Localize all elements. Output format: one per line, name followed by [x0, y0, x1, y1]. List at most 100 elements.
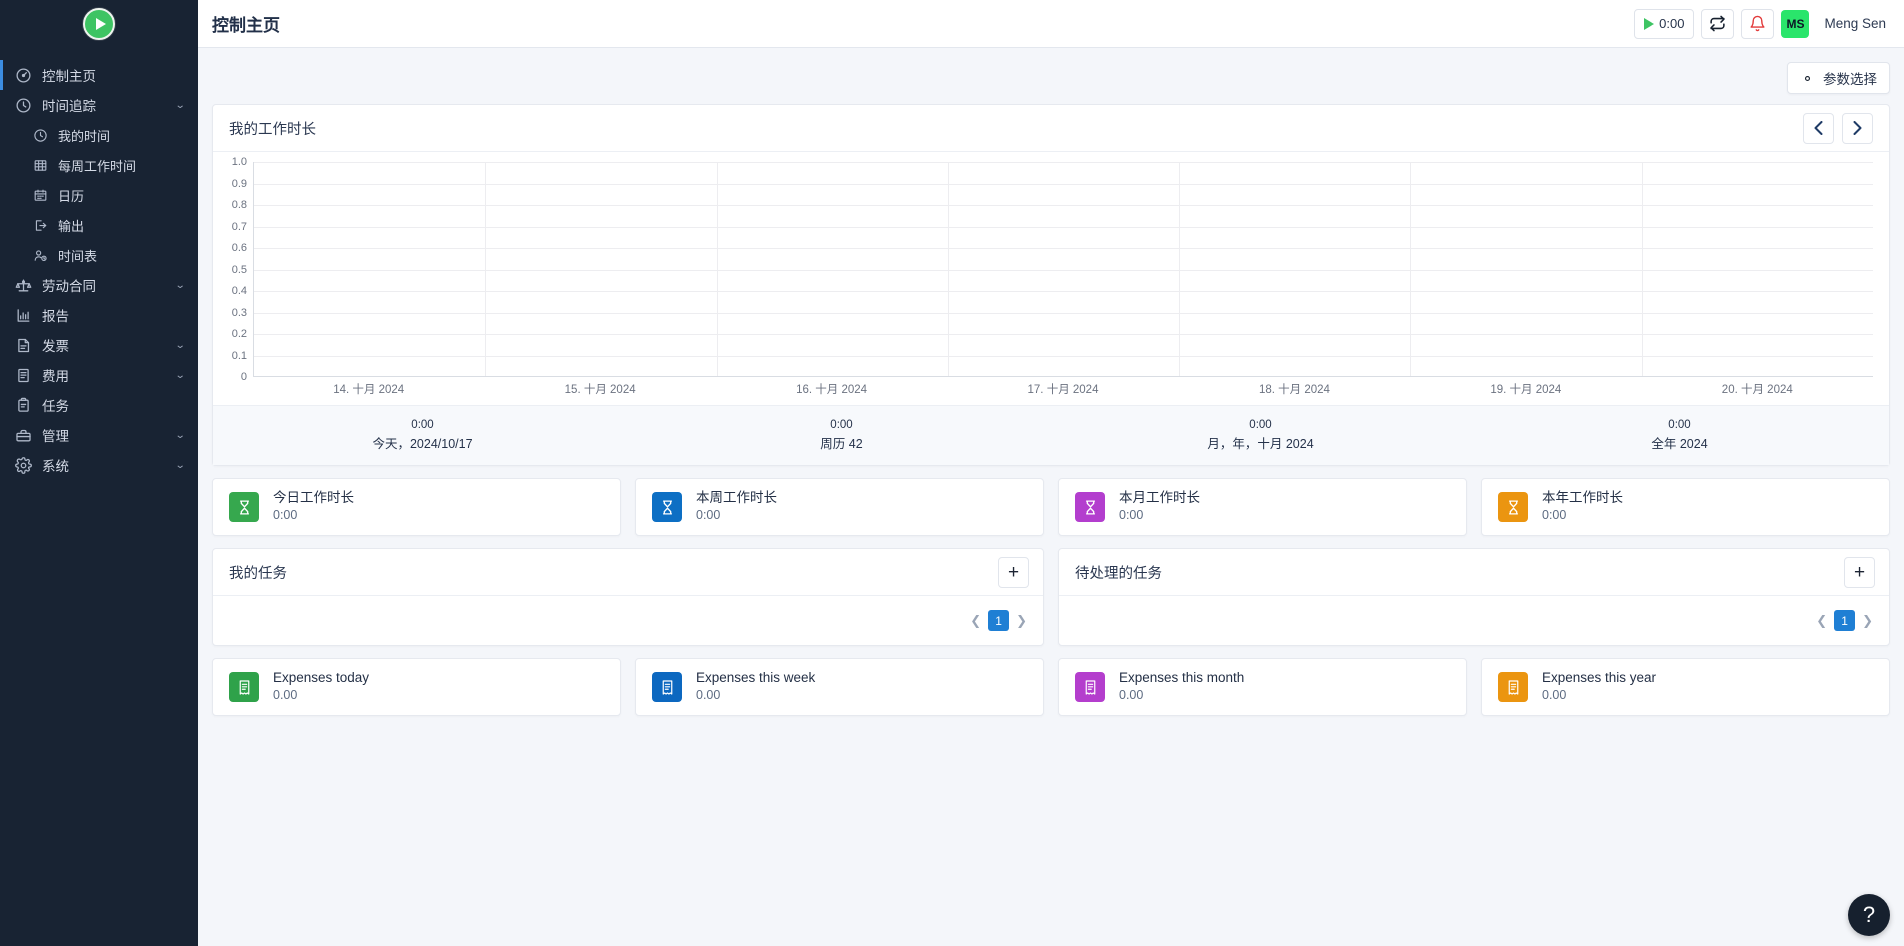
expense-stat-card-2[interactable]: Expenses this month0.00	[1058, 658, 1467, 716]
sync-button[interactable]	[1701, 9, 1734, 39]
stat-text: Expenses today0.00	[273, 669, 369, 705]
chart-y-tick: 0.7	[232, 221, 247, 233]
gear-icon	[1800, 71, 1815, 86]
sidebar-item-7[interactable]: 劳动合同⌄	[0, 270, 198, 300]
main-area: 控制主页 0:00	[198, 0, 1904, 946]
play-circle-logo-icon	[83, 8, 115, 40]
sidebar-item-12[interactable]: 管理⌄	[0, 420, 198, 450]
pagination: ❮ 1 ❯	[1816, 610, 1873, 631]
chart-x-tick: 18. 十月 2024	[1259, 381, 1330, 397]
stat-value: 0.00	[1542, 687, 1656, 705]
task-panel-title: 待处理的任务	[1075, 562, 1162, 583]
brand-logo[interactable]	[0, 0, 198, 48]
sync-arrows-icon	[1709, 15, 1726, 32]
sidebar-item-5[interactable]: 输出	[0, 210, 198, 240]
task-panel-header: 待处理的任务 +	[1059, 549, 1889, 596]
chart-y-tick: 1.0	[232, 156, 247, 168]
dashboard-icon	[14, 66, 32, 84]
timer-label: 0:00	[1659, 16, 1684, 31]
sidebar-item-10[interactable]: 费用⌄	[0, 360, 198, 390]
work-hours-stats-row: 今日工作时长0:00本周工作时长0:00本月工作时长0:00本年工作时长0:00	[212, 478, 1890, 536]
chart-y-tick: 0.6	[232, 242, 247, 254]
sidebar: 控制主页时间追踪⌄我的时间每周工作时间日历输出时间表劳动合同⌄报告发票⌄费用⌄任…	[0, 0, 198, 946]
chart-y-tick: 0.3	[232, 307, 247, 319]
sidebar-item-label: 劳动合同	[42, 275, 176, 295]
chart-gridline-v	[948, 162, 949, 376]
chart-gridline-v	[717, 162, 718, 376]
summary-label: 周历 42	[632, 435, 1051, 454]
stat-title: Expenses this month	[1119, 669, 1244, 687]
app-root: 控制主页时间追踪⌄我的时间每周工作时间日历输出时间表劳动合同⌄报告发票⌄费用⌄任…	[0, 0, 1904, 946]
summary-value: 0:00	[1470, 417, 1889, 435]
hourglass-icon	[1075, 492, 1105, 522]
work-stat-card-1[interactable]: 本周工作时长0:00	[635, 478, 1044, 536]
stat-title: Expenses this year	[1542, 669, 1656, 687]
expense-stat-card-3[interactable]: Expenses this year0.00	[1481, 658, 1890, 716]
chevron-right-icon[interactable]: ❯	[1016, 613, 1027, 629]
chart-next-button[interactable]	[1842, 113, 1873, 144]
sidebar-item-label: 费用	[42, 365, 176, 385]
parameter-select-button[interactable]: 参数选择	[1787, 62, 1890, 94]
clock-icon	[32, 127, 48, 143]
plus-icon[interactable]: +	[998, 557, 1029, 588]
sidebar-item-13[interactable]: 系统⌄	[0, 450, 198, 480]
notifications-button[interactable]	[1741, 9, 1774, 39]
sidebar-item-1[interactable]: 时间追踪⌄	[0, 90, 198, 120]
chart-y-tick: 0.1	[232, 350, 247, 362]
sidebar-item-11[interactable]: 任务	[0, 390, 198, 420]
expense-stats-row: Expenses today0.00 Expenses this week0.00…	[212, 658, 1890, 716]
chevron-right-icon[interactable]: ❯	[1862, 613, 1873, 629]
stat-value: 0:00	[273, 507, 354, 525]
chevron-left-icon[interactable]: ❮	[1816, 613, 1827, 629]
sidebar-item-label: 管理	[42, 425, 176, 445]
page-number[interactable]: 1	[1834, 610, 1855, 631]
stat-title: 今日工作时长	[273, 489, 354, 507]
chevron-left-icon[interactable]: ❮	[970, 613, 981, 629]
expense-stat-card-0[interactable]: Expenses today0.00	[212, 658, 621, 716]
work-hours-chart-card: 我的工作时长 1.00.90.80.70.60.50.40.30.20.10	[212, 104, 1890, 466]
plus-icon[interactable]: +	[1844, 557, 1875, 588]
parameter-select-label: 参数选择	[1823, 68, 1877, 88]
work-stat-card-0[interactable]: 今日工作时长0:00	[212, 478, 621, 536]
sidebar-item-3[interactable]: 每周工作时间	[0, 150, 198, 180]
clock-icon	[14, 96, 32, 114]
sidebar-item-4[interactable]: 日历	[0, 180, 198, 210]
work-stat-card-3[interactable]: 本年工作时长0:00	[1481, 478, 1890, 536]
sidebar-item-6[interactable]: 时间表	[0, 240, 198, 270]
chart-prev-button[interactable]	[1803, 113, 1834, 144]
page-number[interactable]: 1	[988, 610, 1009, 631]
clipboard-icon	[14, 396, 32, 414]
chart-gridline-v	[1179, 162, 1180, 376]
sidebar-item-8[interactable]: 报告	[0, 300, 198, 330]
chart-gridline-h	[254, 291, 1873, 292]
receipt-icon	[1498, 672, 1528, 702]
chevron-down-icon: ⌄	[174, 340, 185, 351]
stat-text: 今日工作时长0:00	[273, 489, 354, 525]
receipt-icon	[14, 366, 32, 384]
chart-x-tick: 14. 十月 2024	[333, 381, 404, 397]
sidebar-item-0[interactable]: 控制主页	[0, 60, 198, 90]
chart-gridline-h	[254, 313, 1873, 314]
timer-button[interactable]: 0:00	[1634, 9, 1694, 39]
sidebar-item-label: 我的时间	[58, 126, 184, 145]
summary-value: 0:00	[1051, 417, 1470, 435]
expense-stat-card-1[interactable]: Expenses this week0.00	[635, 658, 1044, 716]
chart-x-tick: 15. 十月 2024	[565, 381, 636, 397]
chart-x-axis: 14. 十月 202415. 十月 202416. 十月 202417. 十月 …	[253, 381, 1873, 401]
chevron-down-icon: ⌄	[174, 280, 185, 291]
export-icon	[32, 217, 48, 233]
user-name[interactable]: Meng Sen	[1824, 16, 1886, 31]
receipt-icon	[652, 672, 682, 702]
sidebar-item-2[interactable]: 我的时间	[0, 120, 198, 150]
avatar[interactable]: MS	[1781, 10, 1809, 38]
work-stat-card-2[interactable]: 本月工作时长0:00	[1058, 478, 1467, 536]
sidebar-item-9[interactable]: 发票⌄	[0, 330, 198, 360]
stat-value: 0:00	[696, 507, 777, 525]
gear-icon	[14, 456, 32, 474]
sidebar-item-label: 每周工作时间	[58, 156, 184, 175]
stat-value: 0.00	[1119, 687, 1244, 705]
stat-value: 0.00	[696, 687, 815, 705]
chart-y-tick: 0.5	[232, 264, 247, 276]
sidebar-item-label: 时间表	[58, 246, 184, 265]
help-button[interactable]: ?	[1848, 894, 1890, 936]
